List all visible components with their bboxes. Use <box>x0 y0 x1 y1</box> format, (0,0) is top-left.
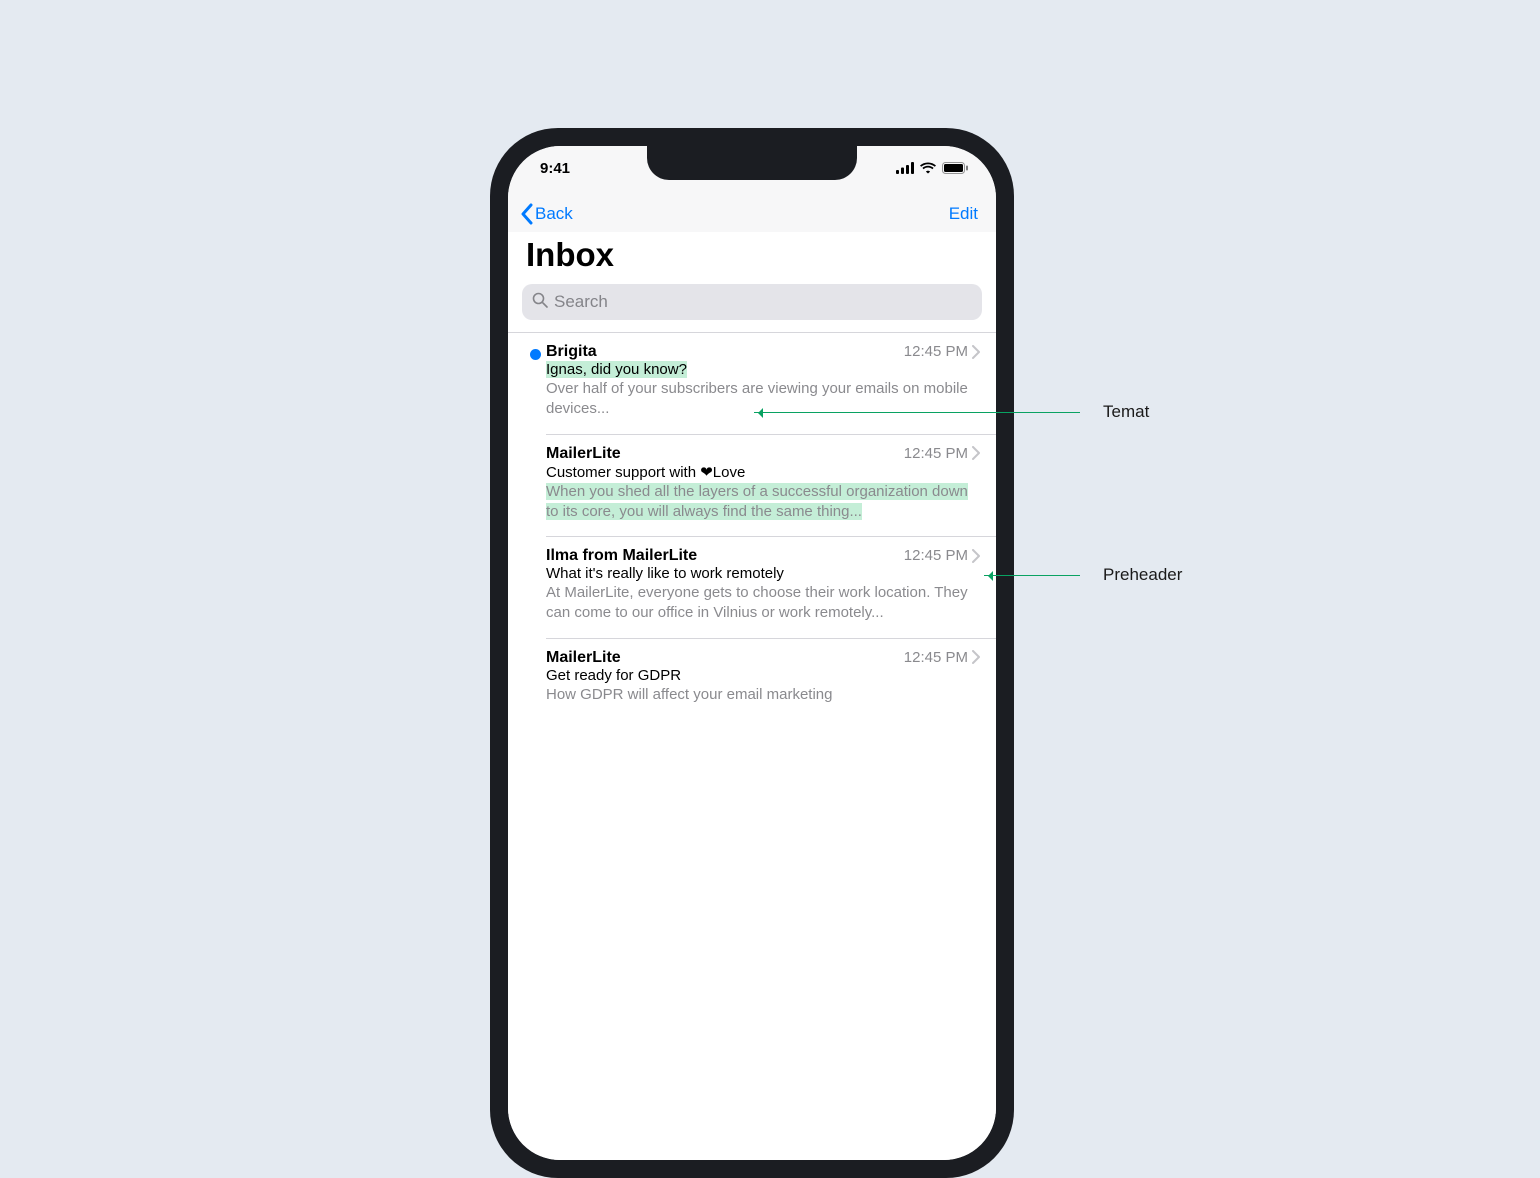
email-content: Brigita12:45 PMIgnas, did you know?Over … <box>546 343 980 420</box>
email-row[interactable]: MailerLite 12:45 PM Get ready for GDPR How … <box>508 639 996 719</box>
search-placeholder: Search <box>554 292 608 312</box>
unread-indicator-slot <box>524 445 546 523</box>
search-input[interactable]: Search <box>522 284 982 320</box>
search-icon <box>532 292 548 313</box>
callout-line-preheader <box>984 575 1080 576</box>
email-time: 12:45 PM <box>904 547 968 564</box>
wifi-icon <box>920 162 936 174</box>
cellular-icon <box>896 162 914 174</box>
email-subject: What it's really like to work remotely <box>546 565 784 582</box>
email-row[interactable]: Ilma from MailerLite 12:45 PM What it's re… <box>508 537 996 638</box>
email-list: Brigita12:45 PMIgnas, did you know?Over … <box>508 333 996 1160</box>
email-content: Ilma from MailerLite 12:45 PM What it's re… <box>546 547 980 624</box>
unread-indicator-slot <box>524 343 546 420</box>
email-preview: When you shed all the layers of a succes… <box>546 483 968 520</box>
email-time: 12:45 PM <box>904 445 968 462</box>
email-sender: Ilma from MailerLite <box>546 547 697 565</box>
email-sender: MailerLite <box>546 649 621 667</box>
email-sender: Brigita <box>546 343 597 361</box>
phone-frame: 9:41 <box>490 128 1014 1178</box>
page-title: Inbox <box>508 232 996 284</box>
email-preview: At MailerLite, everyone gets to choose t… <box>546 584 968 621</box>
email-subject: Ignas, did you know? <box>546 361 687 378</box>
callout-label-subject: Temat <box>1103 402 1149 422</box>
unread-indicator-slot <box>524 547 546 624</box>
status-icons <box>896 162 968 174</box>
email-subject: Customer support with ❤Love <box>546 464 745 481</box>
back-label: Back <box>535 204 573 224</box>
chevron-right-icon <box>972 446 980 460</box>
status-time: 9:41 <box>540 160 570 177</box>
unread-indicator-slot <box>524 649 546 705</box>
callout-line-subject <box>754 412 1080 413</box>
back-button[interactable]: Back <box>520 203 573 225</box>
battery-icon <box>942 162 968 174</box>
chevron-right-icon <box>972 345 980 359</box>
chevron-right-icon <box>972 549 980 563</box>
email-time-col: 12:45 PM <box>904 547 980 564</box>
phone-notch <box>647 146 857 180</box>
email-time: 12:45 PM <box>904 649 968 666</box>
email-row[interactable]: Brigita12:45 PMIgnas, did you know?Over … <box>508 333 996 434</box>
email-time-col: 12:45 PM <box>904 445 980 462</box>
email-content: MailerLite 12:45 PM Get ready for GDPR How … <box>546 649 980 705</box>
email-time: 12:45 PM <box>904 343 968 360</box>
edit-button[interactable]: Edit <box>949 204 978 224</box>
email-time-col: 12:45 PM <box>904 343 980 360</box>
unread-dot-icon <box>530 349 541 360</box>
email-subject: Get ready for GDPR <box>546 667 681 684</box>
email-content: MailerLite 12:45 PM Customer support with … <box>546 445 980 523</box>
phone-screen: 9:41 <box>508 146 996 1160</box>
chevron-right-icon <box>972 650 980 664</box>
email-sender: MailerLite <box>546 445 621 463</box>
email-row[interactable]: MailerLite 12:45 PM Customer support with … <box>508 435 996 537</box>
email-time-col: 12:45 PM <box>904 649 980 666</box>
email-preview: How GDPR will affect your email marketin… <box>546 686 832 703</box>
callout-label-preheader: Preheader <box>1103 565 1182 585</box>
chevron-left-icon <box>520 203 533 225</box>
nav-bar: Back Edit <box>508 190 996 232</box>
